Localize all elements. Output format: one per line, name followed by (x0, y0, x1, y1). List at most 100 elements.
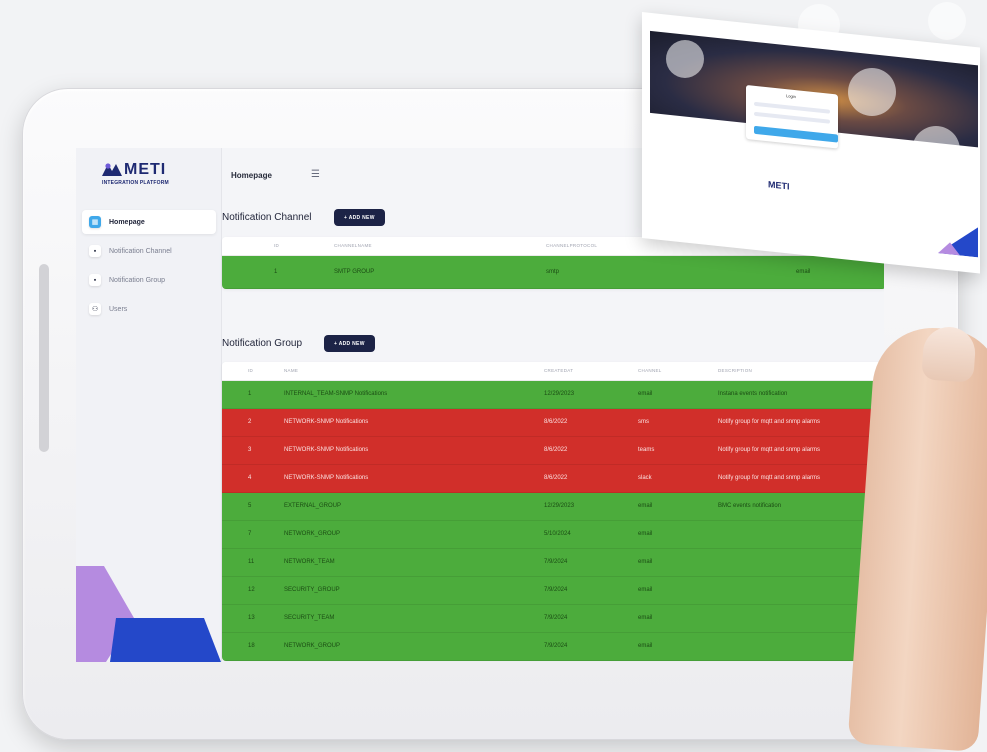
cell-id: 18 (248, 643, 255, 649)
cell-created: 12/29/2023 (544, 503, 575, 509)
login-password-field[interactable] (754, 111, 830, 124)
sidebar-nav: ▦ Homepage ▪ Notification Channel ▪ Noti… (82, 210, 216, 326)
login-username-field[interactable] (754, 101, 830, 114)
home-icon: ▦ (89, 216, 101, 228)
cell-type: email (796, 269, 811, 275)
group-table-body: 1 INTERNAL_TEAM-SNMP Notifications 12/29/2… (222, 381, 884, 661)
cell-id: 12 (248, 587, 255, 593)
cell-name: INTERNAL_TEAM-SNMP Notifications (284, 391, 388, 397)
decorative-bubble (798, 4, 840, 46)
cell-id: 3 (248, 447, 252, 453)
table-row[interactable]: 2 NETWORK-SNMP Notifications 8/6/2022 sms No… (222, 409, 884, 437)
table-row[interactable]: 1 SMTP GROUP smtp email (222, 256, 884, 289)
column-header[interactable]: ID (274, 237, 279, 255)
decorative-bubble (848, 68, 896, 116)
cell-id: 4 (248, 475, 252, 481)
users-icon: ⚇ (89, 303, 101, 315)
table-row[interactable]: 12 SECURITY_GROUP 7/9/2024 email (222, 577, 884, 605)
cell-channel: teams (638, 447, 655, 453)
cell-name: SECURITY_GROUP (284, 587, 340, 593)
cell-id: 13 (248, 615, 255, 621)
cell-created: 5/10/2024 (544, 531, 571, 537)
table-row[interactable]: 18 NETWORK_GROUP 7/9/2024 email (222, 633, 884, 661)
group-table: ID NAME CREATEDAT CHANNEL DESCRIPTION 1 I… (222, 362, 884, 661)
add-group-button[interactable]: + ADD NEW (324, 335, 375, 352)
table-row[interactable]: 7 NETWORK_GROUP 5/10/2024 email (222, 521, 884, 549)
channel-icon: ▪ (89, 245, 101, 257)
cell-name: NETWORK_GROUP (284, 531, 341, 537)
cell-description: Instana events notification (718, 391, 788, 397)
table-row[interactable]: 3 NETWORK-SNMP Notifications 8/6/2022 teams… (222, 437, 884, 465)
column-header[interactable]: CHANNEL (638, 362, 662, 380)
sidebar: METI INTEGRATION PLATFORM ▦ Homepage ▪ N… (76, 148, 222, 662)
group-icon: ▪ (89, 274, 101, 286)
sidebar-item-users[interactable]: ⚇ Users (82, 297, 216, 321)
table-row[interactable]: 5 EXTERNAL_GROUP 12/29/2023 email BMC events… (222, 493, 884, 521)
cell-name: NETWORK_GROUP (284, 643, 341, 649)
column-header[interactable]: CHANNELPROTOCOL (546, 237, 597, 255)
column-header[interactable]: CHANNELNAME (334, 237, 372, 255)
cell-id: 11 (248, 559, 255, 565)
sidebar-item-label: Notification Group (109, 276, 166, 284)
cell-channel: email (638, 587, 653, 593)
cell-name: EXTERNAL_GROUP (284, 503, 342, 509)
cell-channel: email (638, 559, 653, 565)
login-logo: METI (768, 179, 790, 192)
decorative-bubble (912, 126, 960, 174)
group-section-title: Notification Group (222, 338, 303, 349)
cell-created: 8/6/2022 (544, 447, 568, 453)
login-form: Login (746, 84, 838, 149)
brand-logo[interactable]: METI INTEGRATION PLATFORM (102, 161, 202, 192)
cell-id: 2 (248, 419, 252, 425)
channel-section-title: Notification Channel (222, 212, 312, 223)
login-decoration (938, 227, 978, 258)
cell-description: Notify group for mqtt and snmp alarms (718, 475, 821, 481)
column-header[interactable]: ID (248, 362, 253, 380)
cell-created: 7/9/2024 (544, 643, 568, 649)
cell-description: BMC events notification (718, 503, 782, 509)
decorative-bubble (928, 2, 966, 40)
cell-name: NETWORK-SNMP Notifications (284, 447, 369, 453)
cell-id: 7 (248, 531, 252, 537)
cell-name: NETWORK-SNMP Notifications (284, 475, 369, 481)
hamburger-icon[interactable]: ☰ (311, 169, 320, 180)
cell-channel: email (638, 503, 653, 509)
cell-name: SECURITY_TEAM (284, 615, 335, 621)
column-header[interactable]: DESCRIPTION (718, 362, 752, 380)
table-row[interactable]: 13 SECURITY_TEAM 7/9/2024 email (222, 605, 884, 633)
table-row[interactable]: 1 INTERNAL_TEAM-SNMP Notifications 12/29/2… (222, 381, 884, 409)
column-header[interactable]: NAME (284, 362, 298, 380)
sidebar-item-label: Users (109, 305, 128, 313)
tablet-side-button (39, 264, 49, 452)
cell-id: 5 (248, 503, 252, 509)
login-title: Login (786, 93, 796, 100)
cell-created: 8/6/2022 (544, 419, 568, 425)
brand-subtitle: INTEGRATION PLATFORM (102, 180, 169, 186)
login-button[interactable] (754, 125, 838, 143)
decorative-bubble (666, 40, 704, 78)
cell-channel: slack (638, 475, 652, 481)
cell-id: 1 (248, 391, 252, 397)
page-title: Homepage (231, 171, 272, 180)
cell-id: 1 (274, 269, 278, 275)
cell-channel: email (638, 531, 653, 537)
cell-channel: sms (638, 419, 649, 425)
sidebar-item-label: Notification Channel (109, 247, 172, 255)
sidebar-item-homepage[interactable]: ▦ Homepage (82, 210, 216, 234)
sidebar-item-label: Homepage (109, 218, 145, 226)
cell-created: 8/6/2022 (544, 475, 568, 481)
sidebar-item-notification-group[interactable]: ▪ Notification Group (82, 268, 216, 292)
table-row[interactable]: 11 NETWORK_TEAM 7/9/2024 email (222, 549, 884, 577)
cell-created: 12/29/2023 (544, 391, 575, 397)
column-header[interactable]: CREATEDAT (544, 362, 573, 380)
table-header-row: ID NAME CREATEDAT CHANNEL DESCRIPTION (222, 362, 884, 381)
logo-mark-icon (102, 163, 122, 176)
sidebar-item-notification-channel[interactable]: ▪ Notification Channel (82, 239, 216, 263)
add-channel-button[interactable]: + ADD NEW (334, 209, 385, 226)
cell-created: 7/9/2024 (544, 559, 568, 565)
cell-channel: email (638, 643, 653, 649)
cell-channel: email (638, 391, 653, 397)
table-row[interactable]: 4 NETWORK-SNMP Notifications 8/6/2022 slack… (222, 465, 884, 493)
cell-name: NETWORK-SNMP Notifications (284, 419, 369, 425)
cell-name: SMTP GROUP (334, 269, 375, 275)
